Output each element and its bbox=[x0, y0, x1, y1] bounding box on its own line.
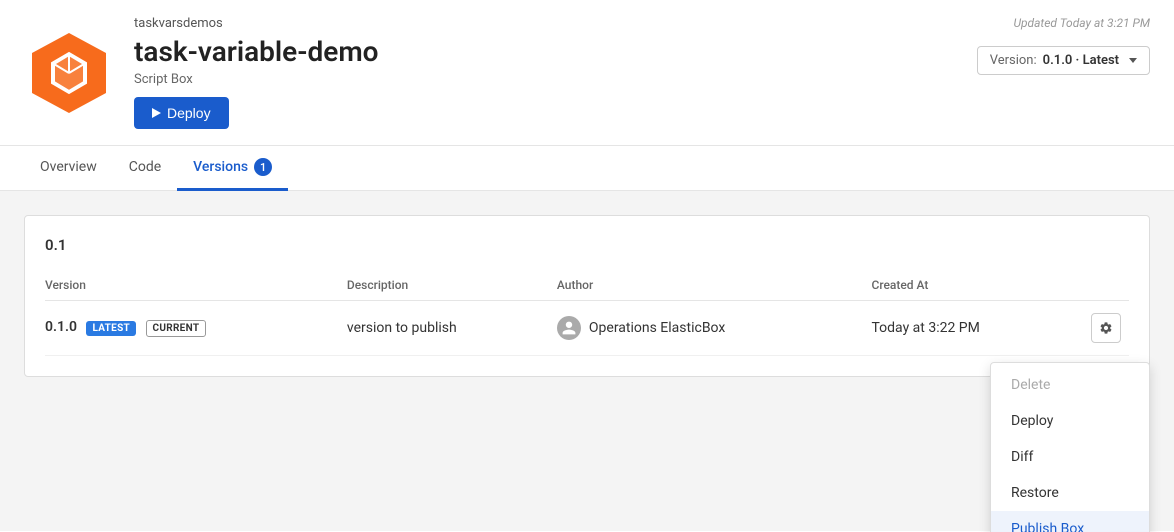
current-badge: CURRENT bbox=[146, 320, 207, 337]
col-description: Description bbox=[347, 270, 557, 301]
section-title: 0.1 bbox=[45, 236, 1129, 254]
versions-card: 0.1 Version Description Author Created A… bbox=[24, 215, 1150, 377]
tab-overview[interactable]: Overview bbox=[24, 146, 113, 191]
col-version: Version bbox=[45, 270, 347, 301]
header-right: Updated Today at 3:21 PM Version: 0.1.0 … bbox=[977, 16, 1150, 75]
context-menu: Delete Deploy Diff Restore Publish Box bbox=[990, 362, 1150, 532]
menu-item-deploy[interactable]: Deploy bbox=[991, 403, 1149, 439]
gear-icon bbox=[1099, 321, 1113, 335]
menu-item-publish-box[interactable]: Publish Box bbox=[991, 511, 1149, 532]
deploy-button[interactable]: Deploy bbox=[134, 97, 229, 129]
versions-table: Version Description Author Created At 0.… bbox=[45, 270, 1129, 356]
author-avatar bbox=[557, 316, 581, 340]
version-value: 0.1.0 · Latest bbox=[1043, 53, 1119, 68]
version-number: 0.1.0 bbox=[45, 319, 77, 335]
tab-bar: Overview Code Versions 1 bbox=[0, 146, 1174, 191]
version-cell: 0.1.0 LATEST CURRENT bbox=[45, 301, 347, 356]
latest-badge: LATEST bbox=[86, 321, 136, 336]
page-header: taskvarsdemos task-variable-demo Script … bbox=[0, 0, 1174, 146]
updated-timestamp: Updated Today at 3:21 PM bbox=[1013, 16, 1150, 30]
author-cell: Operations ElasticBox bbox=[557, 301, 872, 356]
app-logo bbox=[24, 28, 114, 118]
tab-versions[interactable]: Versions 1 bbox=[177, 146, 288, 191]
col-author: Author bbox=[557, 270, 872, 301]
created-at-cell: Today at 3:22 PM bbox=[872, 301, 1080, 356]
chevron-down-icon bbox=[1129, 58, 1137, 63]
versions-badge: 1 bbox=[254, 158, 272, 176]
gear-button[interactable] bbox=[1091, 313, 1121, 343]
col-created-at: Created At bbox=[872, 270, 1080, 301]
table-row: 0.1.0 LATEST CURRENT version to publish bbox=[45, 301, 1129, 356]
actions-cell bbox=[1079, 301, 1129, 356]
col-actions bbox=[1079, 270, 1129, 301]
version-selector[interactable]: Version: 0.1.0 · Latest bbox=[977, 46, 1150, 75]
menu-item-delete[interactable]: Delete bbox=[991, 367, 1149, 403]
description-cell: version to publish bbox=[347, 301, 557, 356]
tab-code[interactable]: Code bbox=[113, 146, 177, 191]
play-icon bbox=[152, 108, 161, 118]
menu-item-restore[interactable]: Restore bbox=[991, 475, 1149, 511]
menu-item-diff[interactable]: Diff bbox=[991, 439, 1149, 475]
author-name: Operations ElasticBox bbox=[589, 320, 725, 336]
version-label: Version: bbox=[990, 53, 1037, 68]
